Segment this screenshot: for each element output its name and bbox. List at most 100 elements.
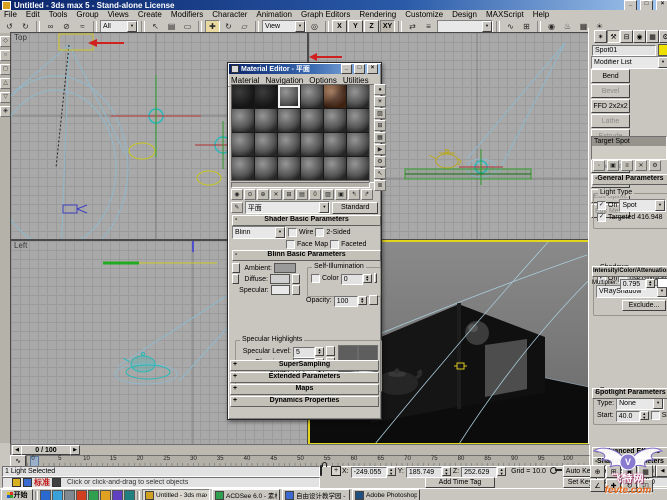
sphere-object[interactable] xyxy=(465,321,489,345)
shader-type-dropdown[interactable]: Blinn ▼ xyxy=(232,226,286,239)
show-end-result-icon[interactable]: ▣ xyxy=(335,189,347,200)
material-map-navigator-icon[interactable]: ≣ xyxy=(374,180,386,191)
spinner-arrows[interactable]: ▲▼ xyxy=(442,467,451,476)
arc-rotate-icon[interactable]: ↻ xyxy=(622,479,637,492)
expand-icon[interactable] xyxy=(233,385,239,393)
reset-map-icon[interactable]: ✕ xyxy=(270,189,282,200)
exclude-button[interactable]: Exclude... xyxy=(622,300,666,311)
stack-item-target-spot[interactable]: Target Spot xyxy=(592,137,666,146)
make-preview-icon[interactable]: ▶ xyxy=(374,144,386,155)
media-player-icon[interactable] xyxy=(76,490,87,500)
material-sample-slot[interactable] xyxy=(301,133,323,156)
rollout-general-parameters[interactable]: General Parameters xyxy=(592,174,667,185)
material-effects-channel-icon[interactable]: 0 xyxy=(309,189,321,200)
spinner-down-icon[interactable]: ▼ xyxy=(316,351,323,355)
get-material-icon[interactable]: ◉ xyxy=(231,189,243,200)
spinner-down-icon[interactable]: ▼ xyxy=(443,472,450,476)
spinner-down-icon[interactable]: ▼ xyxy=(498,472,505,476)
min-max-toggle-icon[interactable]: ◰ xyxy=(638,479,653,492)
material-options-icon[interactable]: ⚙ xyxy=(374,156,386,167)
material-editor-minimize-button[interactable]: _ xyxy=(341,64,352,74)
rollout-spotlight-parameters[interactable]: Spotlight Parameters xyxy=(592,388,667,399)
minimize-button[interactable]: _ xyxy=(624,0,637,11)
collapse-icon[interactable] xyxy=(235,216,241,224)
material-sample-slot[interactable] xyxy=(347,85,369,108)
material-sample-slot[interactable] xyxy=(324,109,346,132)
menu-item-edit[interactable]: Edit xyxy=(26,10,40,19)
spinner-down-icon[interactable]: ▼ xyxy=(364,278,371,282)
z-coordinate-spinner[interactable]: 252.629▲▼ xyxy=(461,467,506,476)
tab-hierarchy[interactable]: ⊟ xyxy=(620,30,633,43)
specular-level-map-button[interactable] xyxy=(326,346,335,356)
plane-object-gizmo[interactable] xyxy=(59,34,93,50)
two-sided-checkbox[interactable]: 2-Sided xyxy=(315,228,350,237)
collapse-icon[interactable] xyxy=(595,458,601,465)
field-of-view-icon[interactable]: ∠ xyxy=(590,479,605,492)
checkbox-box[interactable]: ✓ xyxy=(597,213,606,222)
material-editor-close-button[interactable]: × xyxy=(367,64,378,74)
light-target-gizmo[interactable] xyxy=(111,75,201,159)
menu-item-character[interactable]: Character xyxy=(212,10,247,19)
object-name-field[interactable]: Spot01 xyxy=(592,45,656,56)
material-sample-slot[interactable] xyxy=(255,157,277,180)
capture-tool-icon[interactable] xyxy=(52,478,61,487)
axis-gizmo[interactable] xyxy=(103,241,217,263)
y-coordinate-spinner[interactable]: 185.749▲▼ xyxy=(406,467,451,476)
material-editor-maximize-button[interactable]: □ xyxy=(354,64,365,74)
put-material-to-scene-icon[interactable]: ⊙ xyxy=(244,189,256,200)
time-slider-right-arrow[interactable]: ▶ xyxy=(70,445,80,455)
material-sample-slot[interactable] xyxy=(301,85,323,108)
dropdown-arrow-icon[interactable]: ▼ xyxy=(275,227,285,238)
decay-show-checkbox[interactable]: Show xyxy=(651,411,667,420)
zoom-extents-icon[interactable]: ▣ xyxy=(622,465,637,478)
collapse-icon[interactable] xyxy=(595,267,601,275)
face-map-checkbox[interactable]: Face Map xyxy=(286,240,328,249)
material-sample-slot[interactable] xyxy=(301,157,323,180)
time-slider-handle[interactable]: 0 / 100 xyxy=(21,445,71,455)
spinner-arrows[interactable]: ▲▼ xyxy=(640,411,649,420)
material-sample-slot[interactable] xyxy=(232,157,254,180)
menu-item-animation[interactable]: Animation xyxy=(256,10,292,19)
expand-icon[interactable] xyxy=(595,448,601,456)
plane-object-edge[interactable] xyxy=(405,169,531,179)
camera-object[interactable] xyxy=(63,205,87,213)
acdsee-quicklaunch-icon[interactable] xyxy=(88,490,99,500)
x-coordinate-spinner[interactable]: -249.055▲▼ xyxy=(351,467,396,476)
configure-button-sets-icon[interactable]: ⚙ xyxy=(649,160,661,171)
show-end-result-icon[interactable]: ▣ xyxy=(607,160,619,171)
spinner-down-icon[interactable]: ▼ xyxy=(641,416,648,420)
self-illum-spinner[interactable]: 0▲▼ xyxy=(341,274,372,283)
ambient-color-swatch[interactable] xyxy=(274,263,296,273)
material-sample-slot[interactable] xyxy=(232,133,254,156)
tab-utilities[interactable]: ⚙ xyxy=(659,30,667,43)
tab-motion[interactable]: ◉ xyxy=(633,30,646,43)
dropdown-arrow-icon[interactable]: ▼ xyxy=(127,21,137,32)
material-sample-slot[interactable] xyxy=(278,109,300,132)
internet-explorer-icon[interactable] xyxy=(40,490,51,500)
rollout-intensity-color-attenuation[interactable]: Intensity/Color/Attenuation xyxy=(592,266,667,277)
spinner-value-field[interactable]: 5 xyxy=(293,347,315,358)
make-material-copy-icon[interactable]: ⊞ xyxy=(283,189,295,200)
show-map-in-viewport-icon[interactable]: ▨ xyxy=(322,189,334,200)
light-type-dropdown[interactable]: Spot ▼ xyxy=(619,199,666,212)
winamp-icon[interactable] xyxy=(124,490,135,500)
start-button[interactable]: 开始 xyxy=(1,489,33,500)
remove-modifier-icon[interactable]: ✕ xyxy=(635,160,647,171)
photoshop-quicklaunch-icon[interactable] xyxy=(112,490,123,500)
menu-item-rendering[interactable]: Rendering xyxy=(359,10,396,19)
object-color-swatch[interactable] xyxy=(658,44,667,56)
dropdown-arrow-icon[interactable]: ▼ xyxy=(655,200,665,211)
tab-display[interactable]: ▦ xyxy=(646,30,659,43)
absolute-offset-toggle-icon[interactable]: + xyxy=(331,466,341,476)
self-illum-color-checkbox[interactable]: Color xyxy=(311,274,339,283)
menu-item-create[interactable]: Create xyxy=(138,10,162,19)
material-sample-slot[interactable] xyxy=(232,85,254,108)
rollout-maps[interactable]: Maps xyxy=(230,384,379,395)
expand-icon[interactable] xyxy=(233,397,239,405)
folder-icon[interactable] xyxy=(100,490,111,500)
close-button[interactable]: × xyxy=(656,0,667,11)
spinner-down-icon[interactable]: ▼ xyxy=(647,283,654,287)
spinner-arrows[interactable]: ▲▼ xyxy=(358,296,367,305)
move-axis-arrow[interactable] xyxy=(309,53,342,61)
outlook-icon[interactable] xyxy=(52,490,63,500)
